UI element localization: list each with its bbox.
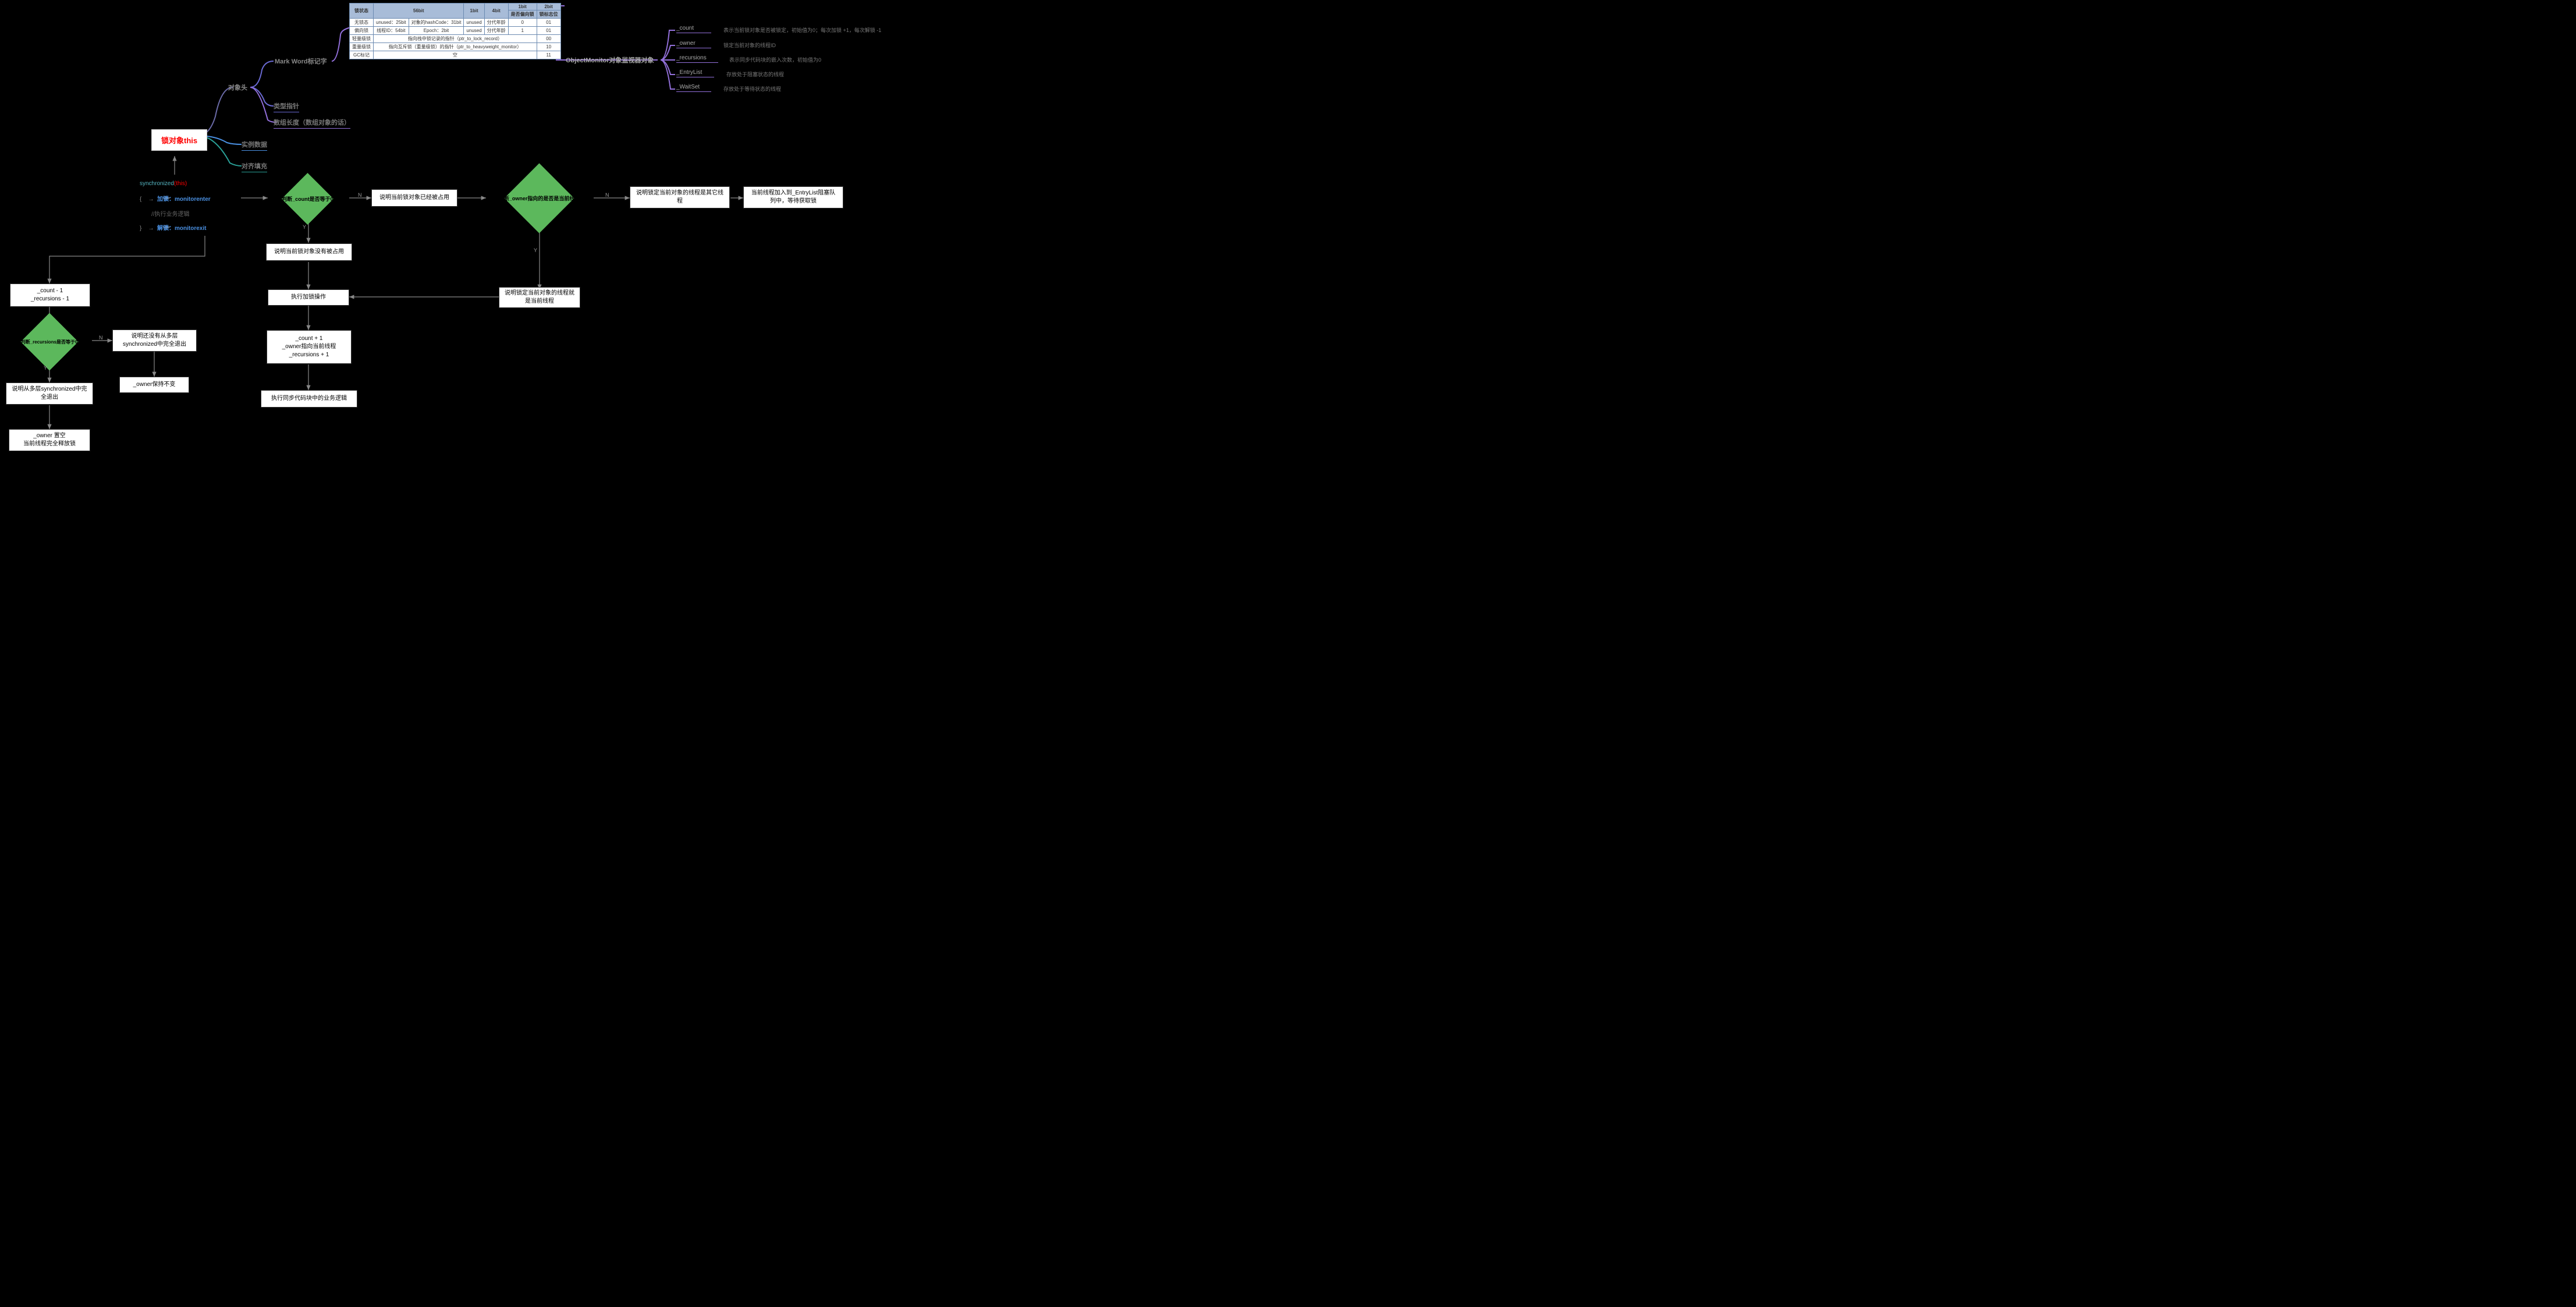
array-len-label: 数组长度（数组对象的话） (274, 118, 350, 129)
d-count: 表示当前锁对象是否被锁定，初始值为0；每次加锁 +1，每次解锁 -1 (723, 26, 881, 34)
unlock-line: } → 解锁：monitorexit (140, 223, 206, 232)
box-not-full-exit: 说明还没有从多层synchronized中完全退出 (112, 330, 197, 352)
box-full-exit: 说明从多层synchronized中完全退出 (6, 382, 93, 405)
f-recursions: _recursions (676, 55, 718, 63)
object-monitor-label: ObjectMonitor对象监视器对象 (566, 55, 654, 65)
edge-n1: N (358, 192, 362, 198)
edge-n2: N (605, 192, 609, 198)
d-entrylist: 存放处于阻塞状态的线程 (726, 70, 784, 78)
box-lock-ops: _count + 1_owner指向当前线程_recursions + 1 (267, 330, 352, 364)
box-same-thread: 说明锁定当前对象的线程就是当前线程 (499, 287, 580, 308)
diamond-owner-current: 判断_owner指向的是否是当前线程 (504, 163, 574, 233)
f-entrylist: _EntryList (676, 69, 714, 77)
biz-line: //执行业务逻辑 (151, 209, 190, 218)
instance-data-label: 实例数据 (242, 140, 267, 151)
box-exec-biz: 执行同步代码块中的业务逻辑 (261, 390, 357, 408)
edge-y3: Y (44, 365, 47, 371)
markword-label: Mark Word标记字 (275, 56, 327, 66)
f-waitset: _WaitSet (676, 84, 711, 92)
root-node: 锁对象this (151, 129, 207, 151)
f-owner: _owner (676, 40, 711, 48)
box-not-occupied: 说明当前锁对象没有被占用 (266, 243, 352, 261)
class-pointer-label: 类型指针 (274, 101, 299, 112)
f-count: _count (676, 25, 711, 33)
box-decrement: _count - 1_recursions - 1 (10, 284, 90, 307)
diamond-recursions-zero: 判断_recursions是否等于0 (21, 313, 79, 371)
box-other-thread: 说明锁定当前对象的线程是其它线程 (630, 186, 730, 208)
edge-n3: N (99, 335, 103, 341)
box-do-lock: 执行加锁操作 (268, 289, 349, 306)
object-header-label: 对象头 (228, 83, 247, 92)
box-owner-clear: _owner 置空当前线程完全释放锁 (9, 429, 90, 451)
sync-line: synchronized(this) (140, 180, 187, 187)
box-occupied: 说明当前锁对象已经被占用 (371, 189, 457, 207)
diamond-count-zero: 判断_count是否等于0 (282, 173, 333, 225)
box-entrylist: 当前线程加入到_EntryList阻塞队列中，等待获取锁 (743, 186, 843, 208)
d-recursions: 表示同步代码块的嵌入次数，初始值为0 (729, 56, 821, 63)
markword-table: 锁状态 56bit 1bit 4bit 1bit 2bit 是否偏向锁锁标志位 … (349, 3, 561, 59)
lock-line: { → 加锁：monitorenter (140, 194, 211, 203)
padding-label: 对齐填充 (242, 161, 267, 172)
d-owner: 锁定当前对象的线程ID (723, 41, 776, 49)
box-owner-keep: _owner保持不变 (119, 377, 189, 393)
d-waitset: 存放处于等待状态的线程 (723, 85, 781, 93)
edge-y2: Y (534, 247, 537, 253)
edge-y1: Y (303, 224, 306, 230)
